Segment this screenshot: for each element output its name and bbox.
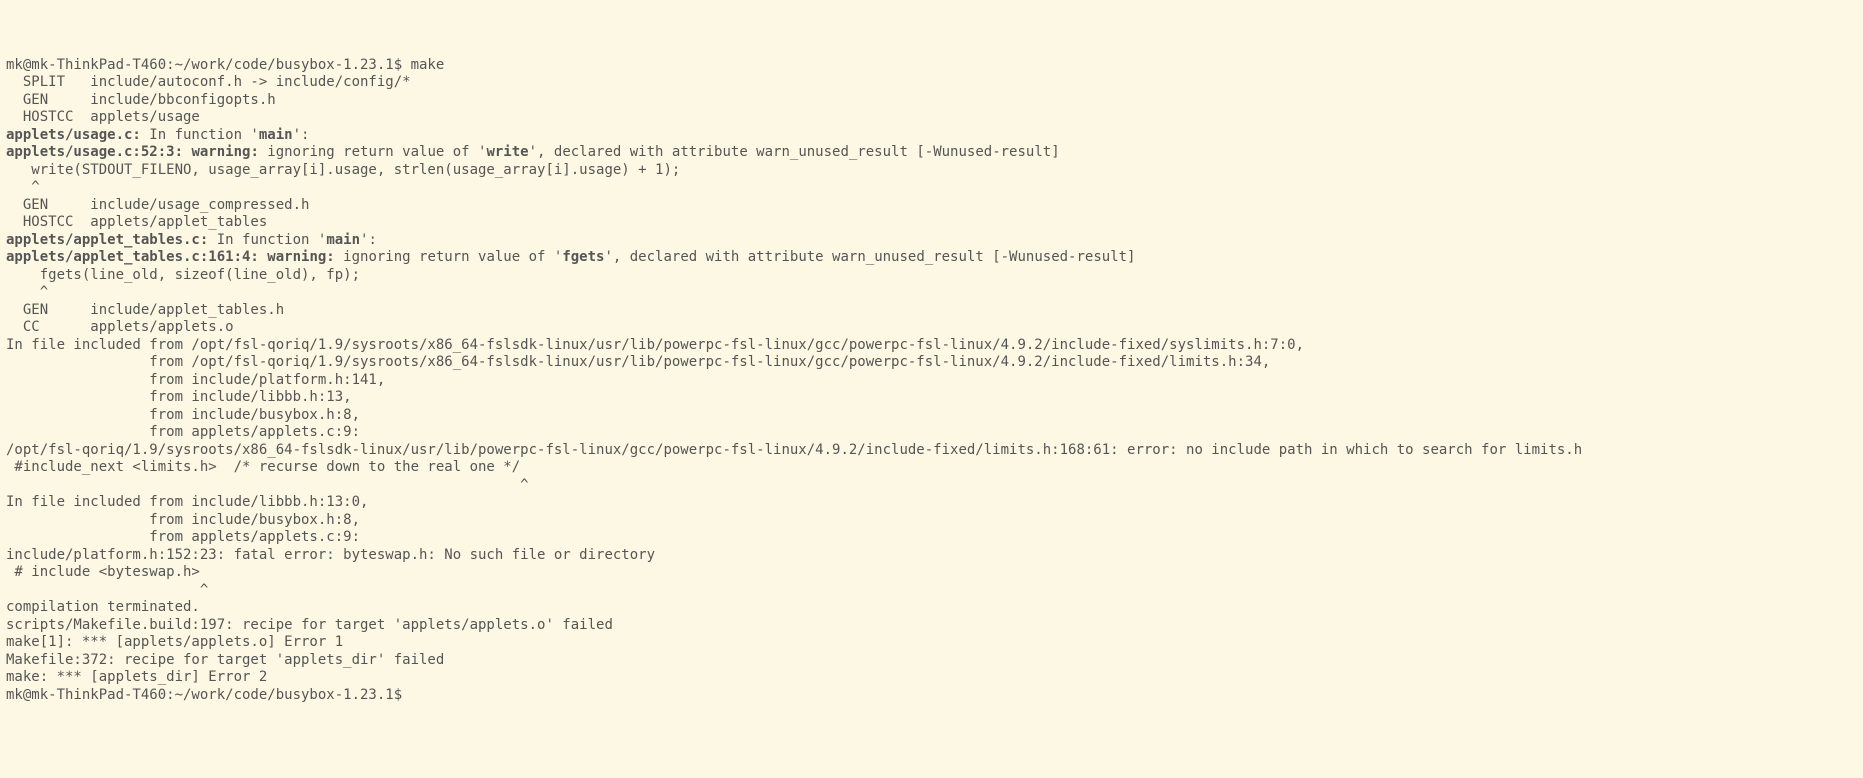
terminal-segment: fgets — [562, 249, 604, 265]
terminal-segment: ', declared with attribute warn_unused_r… — [529, 144, 1060, 160]
terminal-line: HOSTCC applets/applet_tables — [6, 214, 1857, 232]
terminal-line: from include/libbb.h:13, — [6, 389, 1857, 407]
terminal-line: /opt/fsl-qoriq/1.9/sysroots/x86_64-fslsd… — [6, 442, 1857, 460]
terminal-line: from applets/applets.c:9: — [6, 529, 1857, 547]
terminal-prompt[interactable]: mk@mk-ThinkPad-T460:~/work/code/busybox-… — [6, 687, 1857, 705]
terminal-segment: applets/applet_tables.c:161:4: — [6, 249, 267, 265]
terminal-line: mk@mk-ThinkPad-T460:~/work/code/busybox-… — [6, 57, 1857, 75]
terminal-output: mk@mk-ThinkPad-T460:~/work/code/busybox-… — [6, 57, 1857, 705]
terminal-line: scripts/Makefile.build:197: recipe for t… — [6, 617, 1857, 635]
terminal-segment: ': — [360, 232, 377, 248]
terminal-line: compilation terminated. — [6, 599, 1857, 617]
terminal-segment: applets/usage.c: — [6, 127, 141, 143]
terminal-line: applets/usage.c:52:3: warning: ignoring … — [6, 144, 1857, 162]
terminal-line: In file included from /opt/fsl-qoriq/1.9… — [6, 337, 1857, 355]
terminal-line: include/platform.h:152:23: fatal error: … — [6, 547, 1857, 565]
terminal-line: In file included from include/libbb.h:13… — [6, 494, 1857, 512]
terminal-segment: ': — [293, 127, 310, 143]
terminal-segment: write — [486, 144, 528, 160]
terminal-segment: main — [326, 232, 360, 248]
terminal-line: applets/applet_tables.c: In function 'ma… — [6, 232, 1857, 250]
terminal-line: ^ — [6, 284, 1857, 302]
terminal-line: GEN include/usage_compressed.h — [6, 197, 1857, 215]
terminal-line: applets/applet_tables.c:161:4: warning: … — [6, 249, 1857, 267]
terminal-line: make: *** [applets_dir] Error 2 — [6, 669, 1857, 687]
terminal-segment: warning: — [267, 249, 334, 265]
terminal-segment: warning: — [191, 144, 258, 160]
terminal-line: SPLIT include/autoconf.h -> include/conf… — [6, 74, 1857, 92]
terminal-line: #include_next <limits.h> /* recurse down… — [6, 459, 1857, 477]
terminal-segment: ignoring return value of ' — [259, 144, 487, 160]
terminal-segment: applets/applet_tables.c: — [6, 232, 208, 248]
terminal-line: from /opt/fsl-qoriq/1.9/sysroots/x86_64-… — [6, 354, 1857, 372]
terminal-segment: In function ' — [141, 127, 259, 143]
terminal-line: from include/busybox.h:8, — [6, 512, 1857, 530]
terminal-line: ^ — [6, 179, 1857, 197]
terminal-line: from include/platform.h:141, — [6, 372, 1857, 390]
terminal-segment: ', declared with attribute warn_unused_r… — [604, 249, 1135, 265]
terminal-line: fgets(line_old, sizeof(line_old), fp); — [6, 267, 1857, 285]
terminal-line: applets/usage.c: In function 'main': — [6, 127, 1857, 145]
terminal-line: make[1]: *** [applets/applets.o] Error 1 — [6, 634, 1857, 652]
terminal-line: from applets/applets.c:9: — [6, 424, 1857, 442]
terminal-line: # include <byteswap.h> — [6, 564, 1857, 582]
terminal-line: GEN include/applet_tables.h — [6, 302, 1857, 320]
terminal-line: write(STDOUT_FILENO, usage_array[i].usag… — [6, 162, 1857, 180]
terminal-segment: main — [259, 127, 293, 143]
terminal-line: Makefile:372: recipe for target 'applets… — [6, 652, 1857, 670]
terminal-line: ^ — [6, 477, 1857, 495]
terminal-line: CC applets/applets.o — [6, 319, 1857, 337]
terminal-line: from include/busybox.h:8, — [6, 407, 1857, 425]
terminal-segment: In function ' — [208, 232, 326, 248]
terminal-line: GEN include/bbconfigopts.h — [6, 92, 1857, 110]
terminal-segment: applets/usage.c:52:3: — [6, 144, 191, 160]
terminal-line: HOSTCC applets/usage — [6, 109, 1857, 127]
terminal-segment: ignoring return value of ' — [335, 249, 563, 265]
terminal-line: ^ — [6, 582, 1857, 600]
